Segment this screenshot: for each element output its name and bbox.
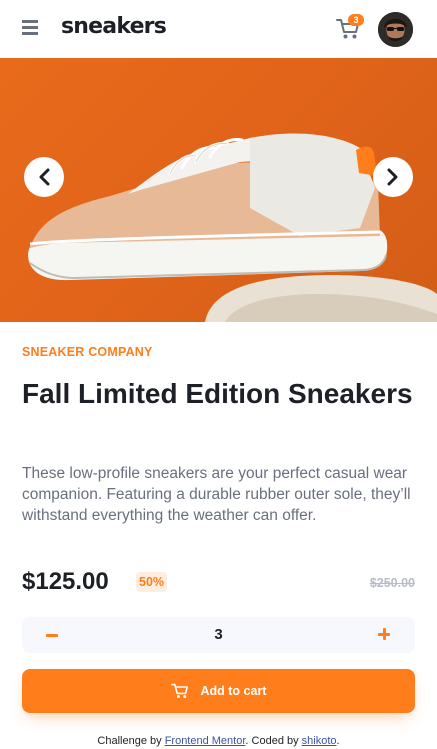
- attribution: Challenge by Frontend Mentor. Coded by s…: [0, 735, 437, 747]
- company-name: SNEAKER COMPANY: [22, 345, 153, 359]
- minus-icon[interactable]: [46, 628, 60, 642]
- next-image-button[interactable]: [373, 157, 413, 197]
- product-image-gallery: [0, 58, 437, 322]
- cart-count-badge: 3: [348, 14, 364, 26]
- current-price: $125.00: [22, 568, 109, 595]
- add-to-cart-button[interactable]: Add to cart: [22, 669, 415, 713]
- attribution-middle: . Coded by: [245, 735, 302, 747]
- product-image: [28, 133, 437, 322]
- header: sneakers 3: [0, 0, 437, 58]
- avatar[interactable]: [378, 12, 413, 47]
- product-description: These low-profile sneakers are your perf…: [22, 465, 411, 524]
- add-to-cart-label: Add to cart: [200, 684, 267, 698]
- attribution-prefix: Challenge by: [97, 735, 165, 747]
- quantity-value: 3: [214, 626, 223, 643]
- previous-image-button[interactable]: [24, 157, 64, 197]
- frontend-mentor-link[interactable]: Frontend Mentor: [165, 735, 246, 747]
- discount-badge: 50%: [136, 572, 168, 592]
- chevron-right-icon: [387, 168, 398, 186]
- author-link[interactable]: shikoto: [302, 735, 337, 747]
- product-title: Fall Limited Edition Sneakers: [22, 378, 413, 409]
- menu-icon[interactable]: [22, 20, 38, 35]
- cart-icon: [170, 683, 188, 699]
- quantity-stepper: 3: [22, 617, 415, 653]
- plus-icon[interactable]: [378, 628, 390, 640]
- original-price: $250.00: [369, 576, 415, 590]
- chevron-left-icon: [39, 168, 50, 186]
- attribution-suffix: .: [336, 735, 340, 747]
- logo[interactable]: sneakers: [61, 12, 167, 42]
